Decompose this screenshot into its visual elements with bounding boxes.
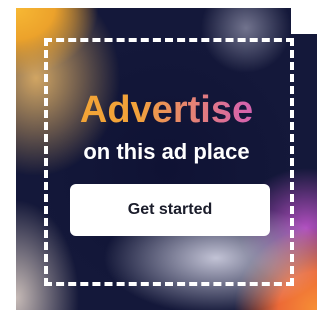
ad-banner[interactable]: Advertise on this ad place Get started <box>16 8 317 310</box>
ad-headline: Advertise <box>16 88 317 132</box>
corner-square-icon <box>291 8 317 34</box>
ad-subheadline: on this ad place <box>83 139 250 164</box>
get-started-button[interactable]: Get started <box>70 184 270 236</box>
